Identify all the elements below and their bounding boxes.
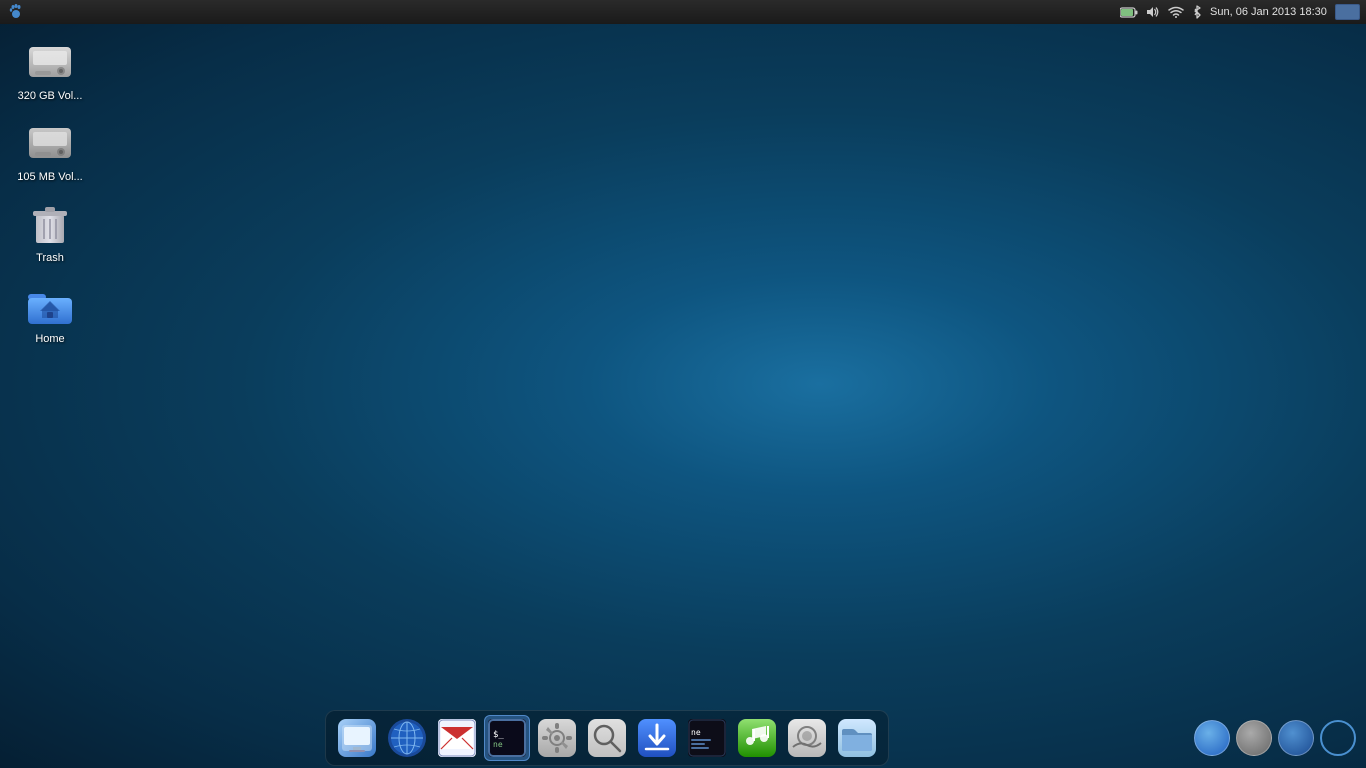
desktop-icon-home[interactable]: Home: [10, 278, 90, 349]
dock-item-finder[interactable]: [334, 715, 380, 761]
workspace-4[interactable]: [1320, 720, 1356, 756]
taskbar: $_ ne: [0, 708, 1366, 768]
home-folder-icon: [26, 284, 74, 328]
audio-player-icon: [738, 719, 776, 757]
battery-indicator: [1120, 7, 1138, 18]
desktop-icon-105mb[interactable]: 105 MB Vol...: [10, 116, 90, 187]
320gb-icon-image: [26, 39, 74, 87]
harddrive-small-icon: [27, 124, 73, 164]
screenlet-icon: ne: [688, 719, 726, 757]
trash-label: Trash: [36, 252, 64, 264]
volume-icon: [1146, 6, 1160, 18]
wifi-icon: [1168, 6, 1184, 18]
battery-icon: [1120, 7, 1138, 18]
download-icon: [638, 719, 676, 757]
desktop-icon-320gb[interactable]: 320 GB Vol...: [10, 35, 90, 106]
volume-indicator[interactable]: [1146, 6, 1160, 18]
workspace-2[interactable]: [1236, 720, 1272, 756]
paw-icon: [8, 4, 24, 20]
dock-item-browser[interactable]: [384, 715, 430, 761]
settings-icon: [538, 719, 576, 757]
finder-icon: [338, 719, 376, 757]
menubar-left: [6, 2, 26, 22]
datetime-display: Sun, 06 Jan 2013 18:30: [1210, 6, 1327, 18]
dock-item-terminal[interactable]: $_ ne: [484, 715, 530, 761]
mail-icon: [438, 719, 476, 757]
dock-item-download[interactable]: [634, 715, 680, 761]
workspace-1[interactable]: [1194, 720, 1230, 756]
menubar-action-button[interactable]: [1335, 4, 1360, 20]
home-label: Home: [35, 333, 64, 345]
svg-text:ne: ne: [691, 728, 701, 737]
320gb-label: 320 GB Vol...: [18, 90, 83, 102]
workspace-3[interactable]: [1278, 720, 1314, 756]
harddrive-icon: [27, 43, 73, 83]
files-icon: [838, 719, 876, 757]
dock-item-screenlet[interactable]: ne: [684, 715, 730, 761]
desktop-icon-trash[interactable]: Trash: [10, 197, 90, 268]
svg-text:$_: $_: [493, 730, 504, 740]
trash-icon: [30, 201, 70, 249]
wifi-indicator[interactable]: [1168, 6, 1184, 18]
preview-icon: [788, 719, 826, 757]
bluetooth-icon: [1192, 5, 1202, 19]
dock-item-audio[interactable]: [734, 715, 780, 761]
dock-item-preview[interactable]: [784, 715, 830, 761]
dock-item-files[interactable]: [834, 715, 880, 761]
search-icon: [588, 719, 626, 757]
menubar-right: Sun, 06 Jan 2013 18:30: [1120, 4, 1360, 20]
dock-item-mail[interactable]: [434, 715, 480, 761]
home-icon-image: [26, 282, 74, 330]
105mb-label: 105 MB Vol...: [17, 171, 82, 183]
dock: $_ ne: [325, 710, 889, 766]
desktop-icon-area: 320 GB Vol...: [10, 35, 90, 349]
dock-item-search[interactable]: [584, 715, 630, 761]
trash-icon-image: [26, 201, 74, 249]
workspace-switcher: [1194, 720, 1356, 756]
terminal-icon: $_ ne: [488, 719, 526, 757]
menubar: Sun, 06 Jan 2013 18:30: [0, 0, 1366, 24]
bluetooth-indicator[interactable]: [1192, 5, 1202, 19]
svg-text:ne: ne: [493, 740, 503, 749]
dock-item-settings[interactable]: [534, 715, 580, 761]
browser-icon: [388, 719, 426, 757]
105mb-icon-image: [26, 120, 74, 168]
app-logo[interactable]: [6, 2, 26, 22]
desktop: Sun, 06 Jan 2013 18:30: [0, 0, 1366, 768]
